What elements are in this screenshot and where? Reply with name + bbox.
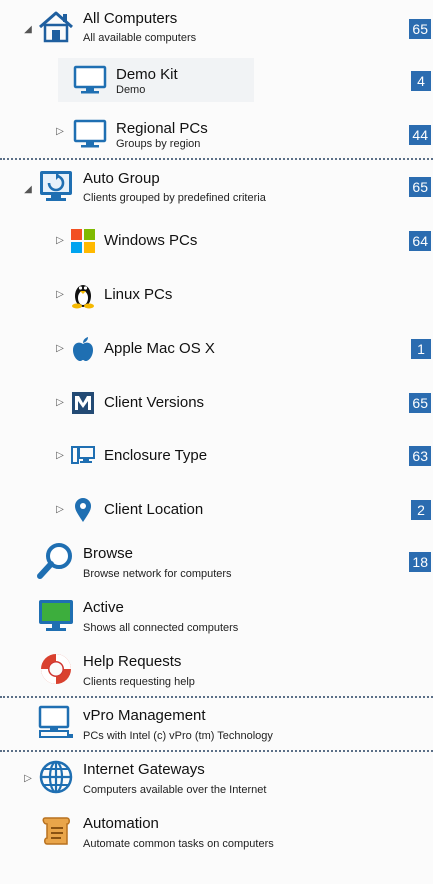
tree-item-label: Linux PCs	[104, 286, 173, 303]
tree-item-label: Active	[83, 599, 124, 616]
section-divider	[0, 158, 433, 160]
tree-item-windows-pcs[interactable]: ▷ Windows PCs 64	[0, 226, 433, 256]
monitor-icon	[70, 62, 110, 98]
tree-item-sublabel: Computers available over the Internet	[83, 784, 267, 796]
count-badge: 18	[409, 552, 431, 572]
map-pin-icon	[70, 497, 96, 523]
computer-tree: ◢ All Computers All available computers …	[0, 0, 433, 884]
m-logo-icon	[70, 390, 96, 416]
collapse-arrow-icon[interactable]: ◢	[22, 24, 34, 36]
tree-item-client-versions[interactable]: ▷ Client Versions 65	[0, 388, 433, 418]
tree-item-help-requests[interactable]: Help Requests Clients requesting help	[0, 649, 433, 693]
tree-item-label: vPro Management	[83, 707, 206, 724]
tree-item-label: Automation	[83, 815, 159, 832]
tree-item-apple-mac-os-x[interactable]: ▷ Apple Mac OS X 1	[0, 334, 433, 364]
tree-item-sublabel: PCs with Intel (c) vPro (tm) Technology	[83, 730, 273, 742]
tree-item-sublabel: Browse network for computers	[83, 568, 232, 580]
tree-item-label: Windows PCs	[104, 232, 198, 249]
tree-item-sublabel: Automate common tasks on computers	[83, 838, 274, 850]
magnifier-icon	[36, 543, 76, 579]
count-badge: 65	[409, 19, 431, 39]
tree-item-internet-gateways[interactable]: ▷ Internet Gateways Computers available …	[0, 757, 433, 801]
tree-item-client-location[interactable]: ▷ Client Location 2	[0, 495, 433, 525]
expand-arrow-icon[interactable]: ▷	[54, 397, 66, 409]
windows-logo-icon	[70, 228, 96, 254]
expand-arrow-icon[interactable]: ▷	[54, 343, 66, 355]
section-divider	[0, 750, 433, 752]
tree-item-sublabel: All available computers	[83, 32, 197, 44]
tree-item-label: Enclosure Type	[104, 447, 208, 464]
linux-penguin-icon	[70, 282, 96, 309]
tree-item-sublabel: Groups by region	[116, 138, 201, 150]
count-badge: 65	[409, 177, 431, 197]
collapse-arrow-icon[interactable]: ◢	[22, 184, 34, 196]
scroll-icon	[36, 813, 76, 849]
expand-arrow-icon[interactable]: ▷	[54, 504, 66, 516]
tree-item-label: Regional PCs	[116, 120, 208, 137]
tree-item-label: Demo Kit	[116, 66, 178, 83]
home-icon	[36, 8, 76, 44]
tree-item-enclosure-type[interactable]: ▷ Enclosure Type 63	[0, 441, 433, 471]
tree-item-label: Client Location	[104, 501, 204, 518]
tree-item-label: Client Versions	[104, 394, 205, 411]
count-badge: 65	[409, 393, 431, 413]
count-badge: 4	[411, 71, 431, 91]
active-monitor-icon	[36, 597, 76, 633]
tree-item-active[interactable]: Active Shows all connected computers	[0, 595, 433, 639]
vpro-computer-icon	[36, 705, 76, 741]
tree-item-all-computers[interactable]: ◢ All Computers All available computers …	[0, 6, 433, 48]
tree-item-label: Apple Mac OS X	[104, 340, 215, 357]
tree-item-automation[interactable]: Automation Automate common tasks on comp…	[0, 811, 433, 855]
tree-item-label: Auto Group	[83, 170, 160, 187]
tree-item-auto-group[interactable]: ◢ Auto Group Clients grouped by predefin…	[0, 166, 433, 208]
tree-item-sublabel: Clients grouped by predefined criteria	[83, 192, 266, 204]
tree-item-vpro-management[interactable]: vPro Management PCs with Intel (c) vPro …	[0, 703, 433, 747]
refresh-monitor-icon	[36, 168, 76, 204]
count-badge: 1	[411, 339, 431, 359]
tree-item-sublabel: Shows all connected computers	[83, 622, 239, 634]
expand-arrow-icon[interactable]: ▷	[54, 126, 66, 138]
tree-item-browse[interactable]: Browse Browse network for computers 18	[0, 541, 433, 587]
expand-arrow-icon[interactable]: ▷	[54, 450, 66, 462]
tree-item-sublabel: Clients requesting help	[83, 676, 195, 688]
monitor-icon	[70, 116, 110, 152]
tree-item-label: Internet Gateways	[83, 761, 205, 778]
tree-item-linux-pcs[interactable]: ▷ Linux PCs	[0, 280, 433, 310]
enclosure-icon	[70, 443, 96, 469]
lifebuoy-icon	[36, 651, 76, 687]
globe-icon	[36, 759, 76, 795]
expand-arrow-icon[interactable]: ▷	[22, 773, 34, 785]
count-badge: 64	[409, 231, 431, 251]
expand-arrow-icon[interactable]: ▷	[54, 289, 66, 301]
tree-item-label: All Computers	[83, 10, 178, 27]
tree-item-sublabel: Demo	[116, 84, 146, 96]
count-badge: 44	[409, 125, 431, 145]
section-divider	[0, 696, 433, 698]
tree-item-label: Browse	[83, 545, 134, 562]
tree-item-regional-pcs[interactable]: ▷ Regional PCs Groups by region 44	[0, 114, 433, 156]
count-badge: 2	[411, 500, 431, 520]
count-badge: 63	[409, 446, 431, 466]
expand-arrow-icon[interactable]: ▷	[54, 235, 66, 247]
apple-logo-icon	[70, 336, 96, 362]
tree-item-demo-kit[interactable]: Demo Kit Demo 4	[0, 60, 433, 102]
tree-item-label: Help Requests	[83, 653, 182, 670]
